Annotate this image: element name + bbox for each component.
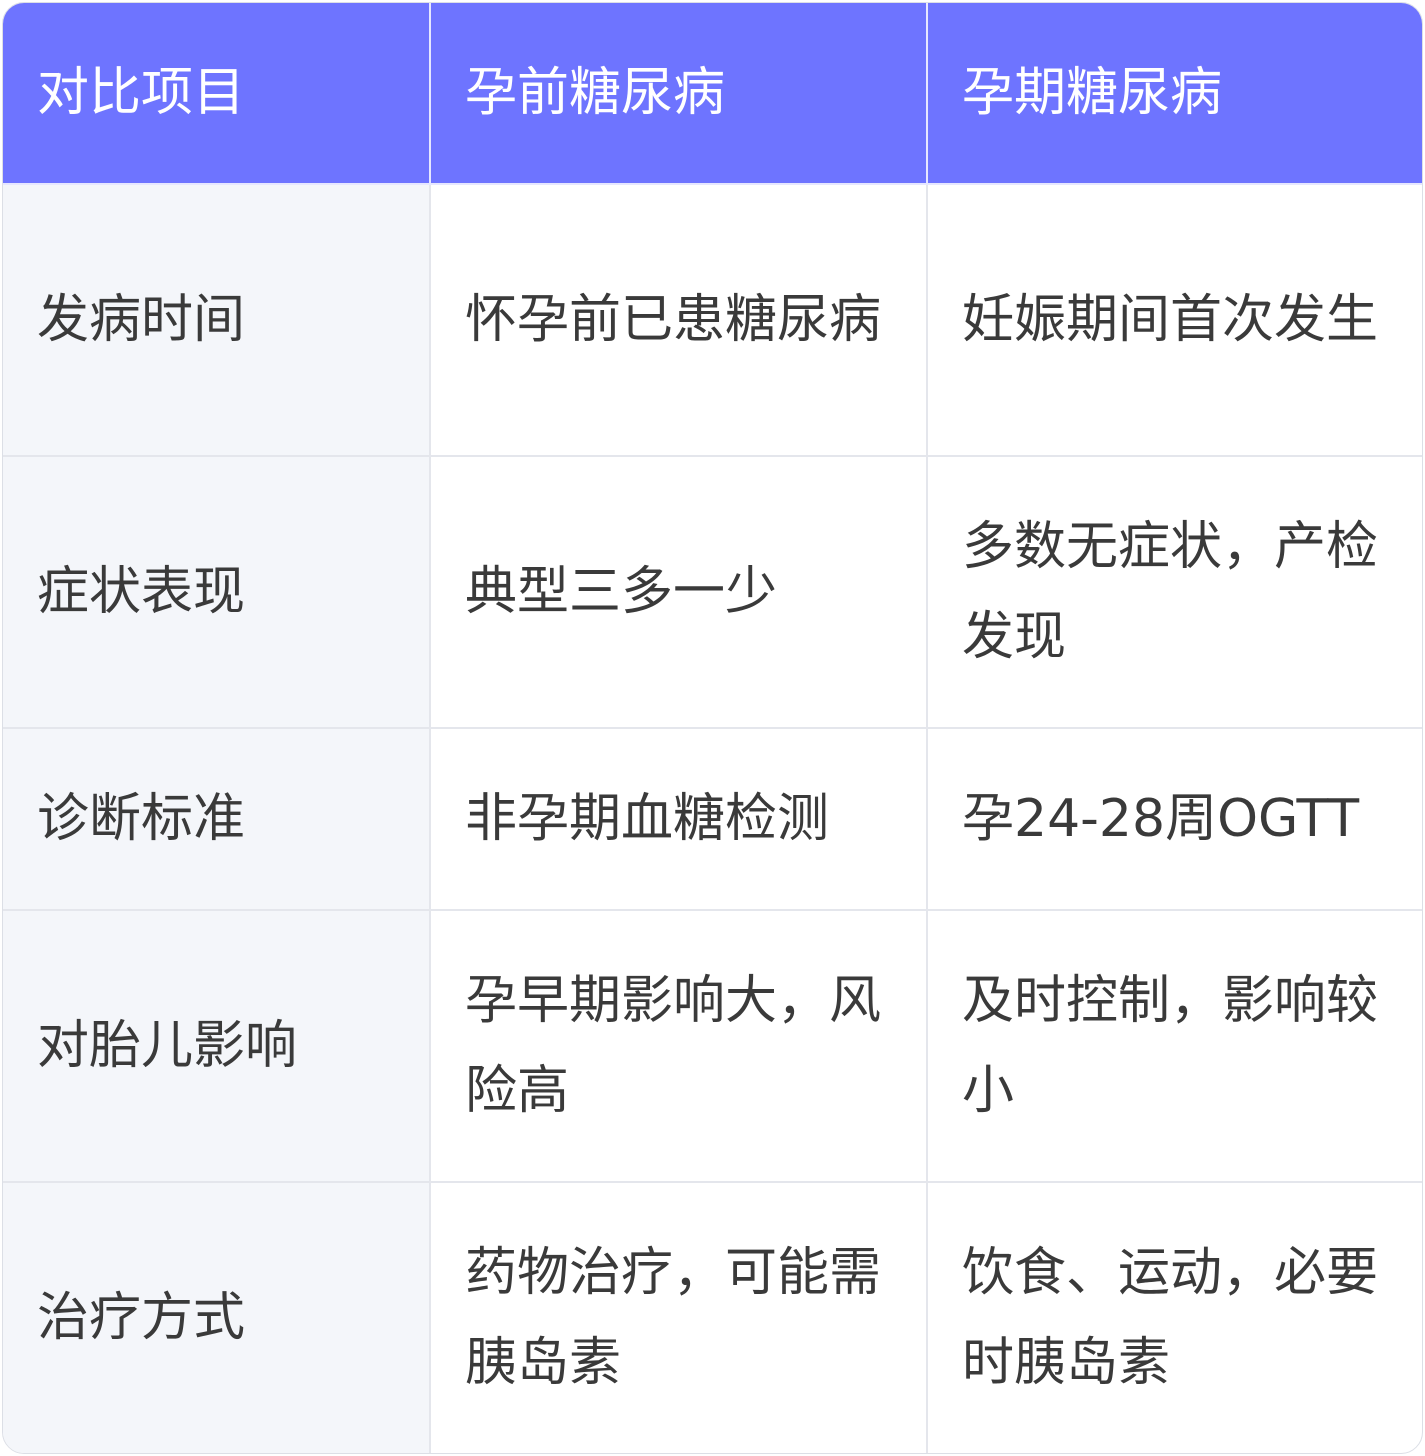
table-row: 症状表现 典型三多一少 多数无症状，产检发现 (3, 455, 1422, 729)
row-label: 发病时间 (3, 183, 431, 457)
row-label: 治疗方式 (3, 1181, 431, 1453)
gestational-cell: 及时控制，影响较小 (926, 909, 1422, 1183)
gestational-cell: 孕24-28周OGTT (926, 727, 1422, 911)
row-label: 诊断标准 (3, 727, 431, 911)
header-cell-gestational: 孕期糖尿病 (926, 3, 1422, 185)
pregestational-cell: 孕早期影响大，风险高 (429, 909, 928, 1183)
comparison-table-container: 对比项目 孕前糖尿病 孕期糖尿病 发病时间 怀孕前已患糖尿病 妊娠期间首次发生 … (2, 2, 1423, 1454)
gestational-cell: 多数无症状，产检发现 (926, 455, 1422, 729)
table-row: 发病时间 怀孕前已患糖尿病 妊娠期间首次发生 (3, 183, 1422, 457)
pregestational-cell: 典型三多一少 (429, 455, 928, 729)
pregestational-cell: 怀孕前已患糖尿病 (429, 183, 928, 457)
comparison-table: 对比项目 孕前糖尿病 孕期糖尿病 发病时间 怀孕前已患糖尿病 妊娠期间首次发生 … (3, 3, 1422, 1453)
table-row: 对胎儿影响 孕早期影响大，风险高 及时控制，影响较小 (3, 909, 1422, 1183)
row-label: 症状表现 (3, 455, 431, 729)
table-row: 诊断标准 非孕期血糖检测 孕24-28周OGTT (3, 727, 1422, 911)
row-label: 对胎儿影响 (3, 909, 431, 1183)
gestational-cell: 饮食、运动，必要时胰岛素 (926, 1181, 1422, 1453)
gestational-cell: 妊娠期间首次发生 (926, 183, 1422, 457)
table-row: 治疗方式 药物治疗，可能需胰岛素 饮食、运动，必要时胰岛素 (3, 1181, 1422, 1453)
header-cell-item: 对比项目 (3, 3, 431, 185)
pregestational-cell: 药物治疗，可能需胰岛素 (429, 1181, 928, 1453)
table-header-row: 对比项目 孕前糖尿病 孕期糖尿病 (3, 3, 1422, 185)
pregestational-cell: 非孕期血糖检测 (429, 727, 928, 911)
header-cell-pregestational: 孕前糖尿病 (429, 3, 928, 185)
